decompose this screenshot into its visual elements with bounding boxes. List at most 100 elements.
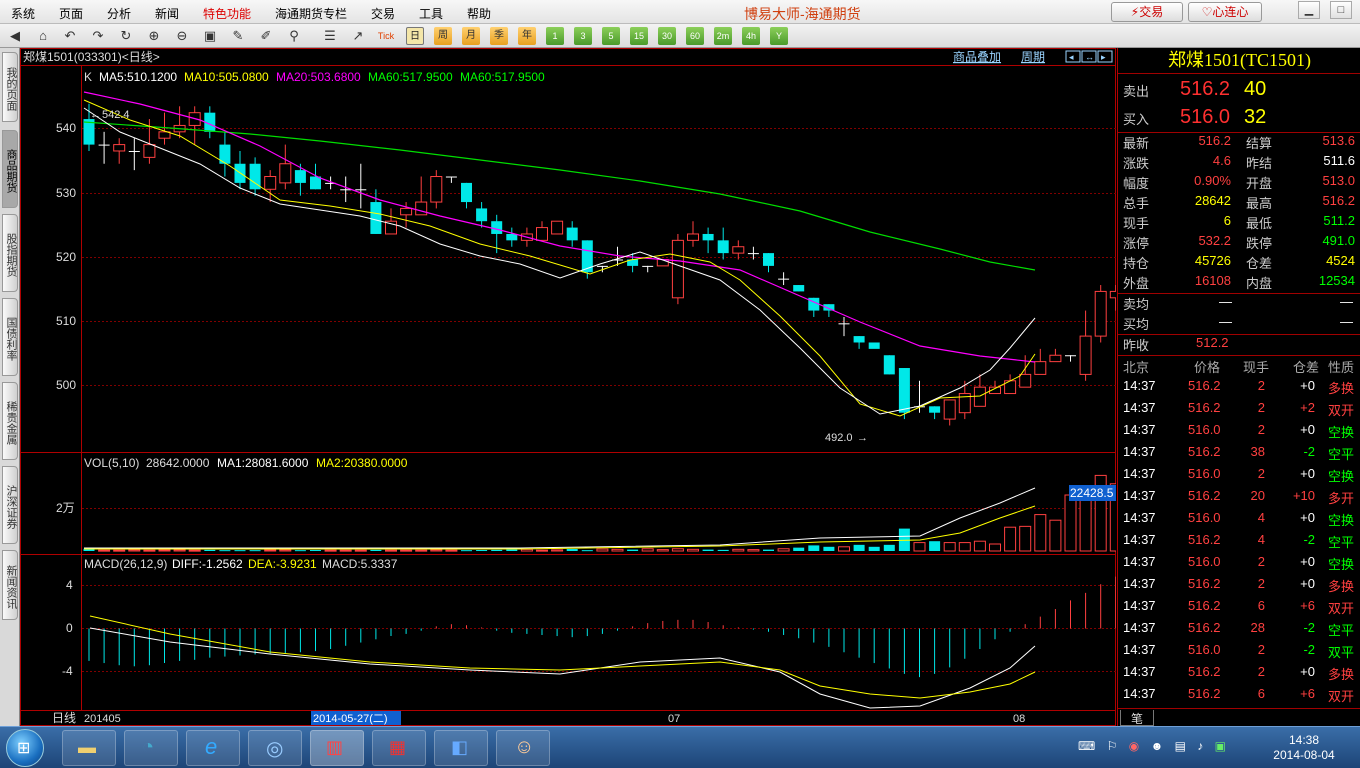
quote-value: 4524 [1326,253,1355,268]
menu-column[interactable]: 海通期货专栏 [275,5,347,22]
volume-bar [566,549,578,551]
keyboard-icon[interactable]: ⌨ [1078,739,1095,753]
tab-news[interactable]: 新闻资讯 [2,550,18,620]
tray-icons[interactable]: ⌨ ⚐ ◉ ☻ ▤ ♪ ▣ [1078,739,1226,753]
taskbar-app7[interactable]: ◧ [434,730,488,766]
taskbar-boyi[interactable]: ▥ [310,730,364,766]
taskbar-app6[interactable]: ▦ [372,730,426,766]
undo-icon[interactable]: ↶ [61,27,79,45]
avg-buy-label: 买均 [1123,317,1150,332]
overlay-link[interactable]: 商品叠加 [953,49,1001,64]
period-2m-button[interactable]: 2m [714,27,732,45]
taskbar-qq-browser[interactable]: ◔ [124,730,178,766]
clock-date: 2014-08-04 [1273,748,1335,762]
menu-special[interactable]: 特色功能 [203,5,251,22]
trade-button[interactable]: ⚡交易 [1111,2,1183,22]
tick-volume: 2 [1257,378,1265,393]
update-icon[interactable]: ▣ [1215,739,1226,753]
redo-icon[interactable]: ↷ [89,27,107,45]
tab-bond-rates[interactable]: 国债利率 [2,298,18,376]
volume-bar [415,549,428,552]
tab-precious-metals[interactable]: 稀贵金属 [2,382,18,460]
period-5m-button[interactable]: 5 [602,27,620,45]
back-arrow-icon[interactable]: ◀ [6,27,24,45]
period-3m-button[interactable]: 3 [574,27,592,45]
tick-oi-change: +0 [1300,510,1315,525]
menu-analysis[interactable]: 分析 [107,5,131,22]
period-15m-button[interactable]: 15 [630,27,648,45]
nav-expand-icon[interactable]: ↔ [1085,52,1094,62]
taskbar-explorer[interactable]: ▬ [62,730,116,766]
nav-left-icon[interactable]: ◂ [1069,52,1074,62]
quote-label: 昨结 [1246,156,1273,171]
tab-index-futures[interactable]: 股指期货 [2,214,18,292]
period-week-button[interactable]: 周 [434,27,452,45]
antivirus-icon[interactable]: ◉ [1129,739,1139,753]
volume-icon[interactable]: ♪ [1197,739,1203,753]
tick-price: 516.2 [1188,488,1221,503]
menu-news[interactable]: 新闻 [155,5,179,22]
tick-button[interactable]: Tick [377,27,395,45]
kline-chart-area[interactable]: 郑煤1501(033301)<日线> 商品叠加 周期 ◂ ↔ ▸ K MA5:5… [20,48,1116,726]
quote-label: 开盘 [1246,176,1273,191]
candle-body [113,144,126,152]
volume-bar [98,549,111,552]
period-label[interactable]: 日线 [52,711,76,725]
period-link[interactable]: 周期 [1021,50,1045,64]
k-label: K [84,70,92,84]
tick-type: 双平 [1328,645,1355,660]
chart-icon[interactable]: ↗ [349,27,367,45]
flag-icon[interactable]: ⚐ [1107,739,1118,753]
tick-oi-change: +0 [1300,378,1315,393]
menu-trade[interactable]: 交易 [371,5,395,22]
period-y-button[interactable]: Y [770,27,788,45]
heart-button[interactable]: ♡心连心 [1188,2,1262,22]
period-month-button[interactable]: 月 [462,27,480,45]
taskbar-app4[interactable]: ◎ [248,730,302,766]
tab-my-page[interactable]: 我的页面 [2,52,18,122]
pen-icon[interactable]: ✎ [229,27,247,45]
candle-body [279,163,292,184]
period-60m-button[interactable]: 60 [686,27,704,45]
taskbar-ie[interactable]: e [186,730,240,766]
volume-bar [777,548,790,552]
volume-bar [310,550,321,552]
candle-body [370,202,382,234]
minimize-icon[interactable]: ▁ [1298,1,1320,19]
qq-icon[interactable]: ☻ [1151,739,1164,753]
filter-icon[interactable]: ⚲ [285,27,303,45]
nav-right-icon[interactable]: ▸ [1101,52,1106,62]
taskbar-app8[interactable]: ☺ [496,730,550,766]
period-4h-button[interactable]: 4h [742,27,760,45]
chart-nav-icons[interactable]: ◂ ↔ ▸ [1065,50,1113,63]
refresh-icon[interactable]: ↻ [117,27,135,45]
ma20-label: MA20:503.6800 [276,70,361,84]
period-year-button[interactable]: 年 [518,27,536,45]
tab-securities[interactable]: 沪深证券 [2,466,18,544]
maximize-icon[interactable]: □ [1330,1,1352,19]
tick-header-time: 北京 [1123,360,1150,375]
period-season-button[interactable]: 季 [490,27,508,45]
period-day-button[interactable]: 日 [406,27,424,45]
menu-tools[interactable]: 工具 [419,5,443,22]
draw-icon[interactable]: ✐ [257,27,275,45]
start-button[interactable]: ⊞ [6,729,44,767]
buy-volume: 32 [1244,106,1267,128]
chart-svg[interactable]: 郑煤1501(033301)<日线> 商品叠加 周期 ◂ ↔ ▸ K MA5:5… [20,48,1116,726]
menu-page[interactable]: 页面 [59,5,83,22]
tab-ticks[interactable]: 笔 [1120,710,1154,726]
period-1m-button[interactable]: 1 [546,27,564,45]
menu-help[interactable]: 帮助 [467,5,491,22]
clock[interactable]: 14:38 2014-08-04 [1264,733,1344,763]
menu-system[interactable]: 系统 [11,5,35,22]
window-icon[interactable]: ▣ [201,27,219,45]
network-icon[interactable]: ▤ [1175,739,1186,753]
list-icon[interactable]: ☰ [321,27,339,45]
zoom-in-icon[interactable]: ⊕ [145,27,163,45]
candle-body [763,253,774,266]
period-30m-button[interactable]: 30 [658,27,676,45]
zoom-out-icon[interactable]: ⊖ [173,27,191,45]
home-icon[interactable]: ⌂ [34,27,52,45]
tab-commodity-futures[interactable]: 商品期货 [2,130,18,208]
tick-oi-change: +0 [1300,554,1315,569]
